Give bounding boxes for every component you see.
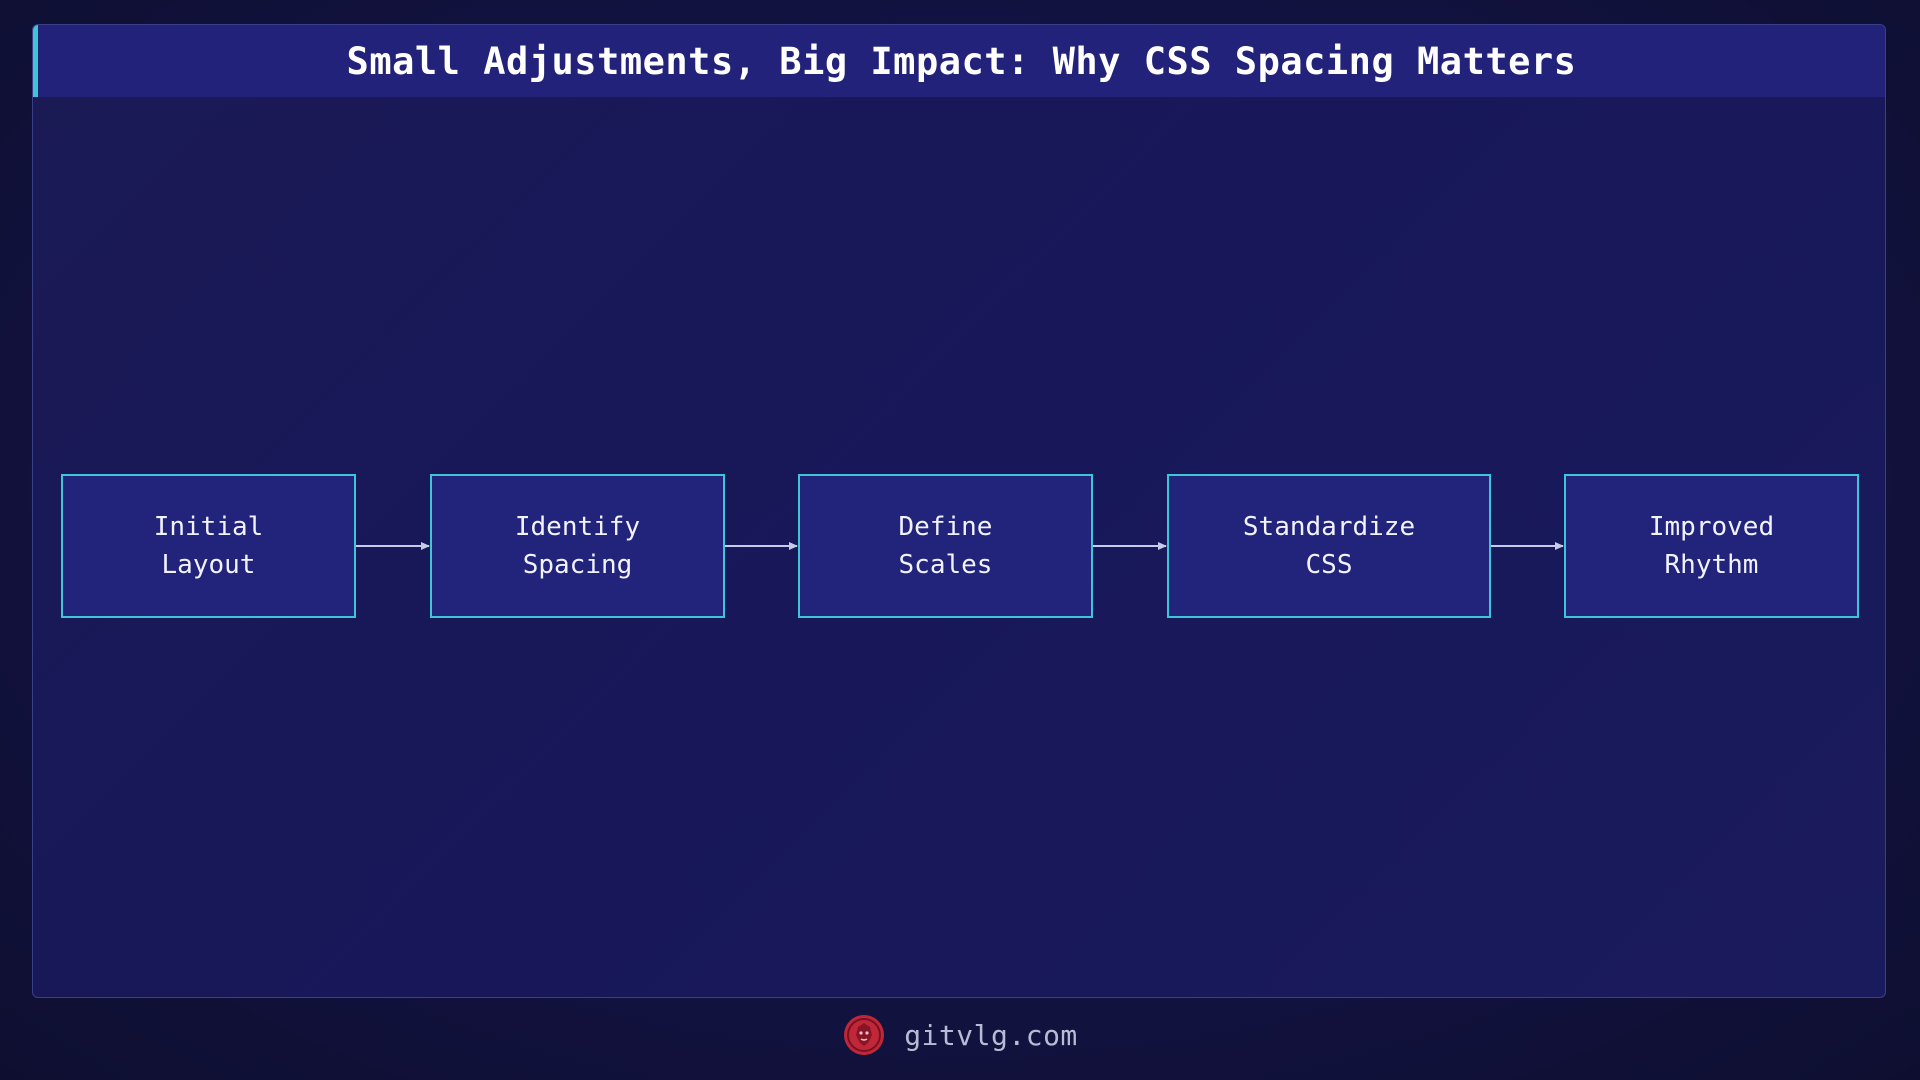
- node-standardize-css: Standardize CSS: [1167, 474, 1491, 618]
- node-identify-spacing: Identify Spacing: [430, 474, 725, 618]
- page: Small Adjustments, Big Impact: Why CSS S…: [0, 0, 1920, 1080]
- footer: gitvlg.com: [0, 1010, 1920, 1060]
- page-title: Small Adjustments, Big Impact: Why CSS S…: [346, 39, 1577, 83]
- node-define-scales: Define Scales: [798, 474, 1093, 618]
- node-initial-layout: Initial Layout: [61, 474, 356, 618]
- title-bar: Small Adjustments, Big Impact: Why CSS S…: [33, 25, 1885, 97]
- node-improved-rhythm: Improved Rhythm: [1564, 474, 1859, 618]
- footer-site-link[interactable]: gitvlg.com: [904, 1019, 1078, 1052]
- lion-logo-icon: [844, 1015, 885, 1055]
